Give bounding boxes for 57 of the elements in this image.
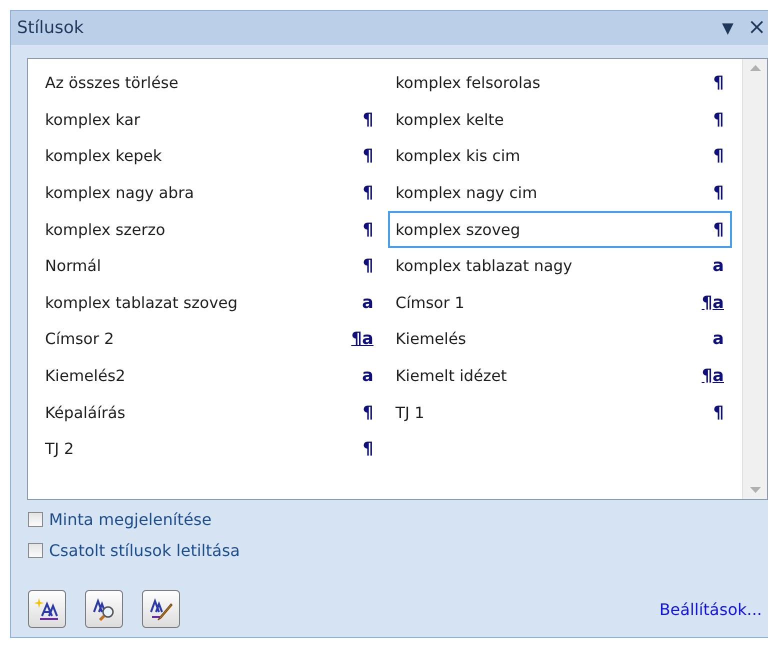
checkbox-label[interactable]: Minta megjelenítése [49, 510, 212, 529]
style-item[interactable]: komplex nagy cim ¶ [388, 174, 732, 212]
checkbox[interactable] [28, 543, 43, 558]
style-item[interactable]: komplex tablazat szoveg a [37, 284, 382, 322]
character-style-mark: a [362, 292, 374, 313]
paragraph-style-mark: ¶ [362, 220, 374, 240]
paragraph-style-mark: ¶ [713, 183, 724, 204]
paragraph-style-mark: ¶ [713, 73, 724, 94]
linked-style-mark: ¶a [351, 329, 374, 350]
style-item[interactable]: komplex kelte ¶ [388, 102, 732, 138]
style-item[interactable]: komplex kis cim ¶ [388, 138, 732, 175]
paragraph-style-mark: ¶ [362, 439, 374, 460]
close-button[interactable]: × [748, 17, 766, 39]
linked-style-mark: ¶a [702, 366, 724, 386]
linked-style-mark: ¶a [702, 292, 724, 313]
scrollbar[interactable] [742, 59, 767, 499]
pane-menu-button[interactable]: ▼ [722, 19, 734, 37]
style-item[interactable]: komplex tablazat nagy a [388, 248, 732, 285]
style-item[interactable]: Az összes törlése [37, 65, 382, 102]
style-item[interactable]: Képaláírás ¶ [37, 394, 382, 431]
style-item[interactable]: Normál ¶ [37, 248, 382, 285]
style-item[interactable]: komplex nagy abra ¶ [37, 174, 382, 212]
character-style-mark: a [712, 256, 724, 276]
style-item[interactable]: TJ 2 ¶ [37, 430, 382, 468]
paragraph-style-mark: ¶ [713, 402, 724, 423]
style-item[interactable]: Kiemelés2 a [37, 358, 382, 394]
style-item[interactable]: komplex kepek ¶ [37, 138, 382, 175]
pencil-icon [148, 596, 174, 622]
scroll-down-icon[interactable] [750, 487, 760, 493]
style-item[interactable]: Kiemelés a [388, 321, 732, 358]
paragraph-style-mark: ¶ [362, 110, 374, 130]
style-item[interactable]: komplex szoveg ¶ [388, 211, 732, 248]
paragraph-style-mark: ¶ [713, 110, 724, 130]
paragraph-style-mark: ¶ [362, 146, 374, 166]
style-item[interactable]: Címsor 1 ¶a [388, 284, 732, 322]
paragraph-style-mark: ¶ [713, 146, 724, 166]
style-item[interactable]: komplex szerzo ¶ [37, 211, 382, 248]
style-inspector-button[interactable] [85, 590, 123, 628]
paragraph-style-mark: ¶ [362, 402, 374, 423]
checkbox-label[interactable]: Csatolt stílusok letiltása [49, 541, 240, 560]
scroll-up-icon[interactable] [750, 65, 760, 71]
pane-title: Stílusok [17, 18, 85, 38]
style-item[interactable]: Címsor 2 ¶a [37, 321, 382, 358]
paragraph-style-mark: ¶ [362, 183, 374, 204]
manage-styles-button[interactable] [142, 590, 180, 628]
style-item[interactable]: komplex kar ¶ [37, 102, 382, 138]
character-style-mark: a [362, 366, 374, 386]
checkbox[interactable] [28, 512, 43, 527]
new-style-button[interactable] [28, 590, 66, 628]
paragraph-style-mark: ¶ [713, 220, 724, 240]
style-item[interactable]: komplex felsorolas ¶ [388, 65, 732, 102]
style-item[interactable]: TJ 1 ¶ [388, 394, 732, 431]
style-item[interactable]: Kiemelt idézet ¶a [388, 358, 732, 394]
sparkle-lines-icon [34, 596, 60, 622]
character-style-mark: a [712, 329, 724, 350]
paragraph-style-mark: ¶ [362, 256, 374, 276]
settings-link[interactable]: Beállítások... [659, 600, 762, 618]
